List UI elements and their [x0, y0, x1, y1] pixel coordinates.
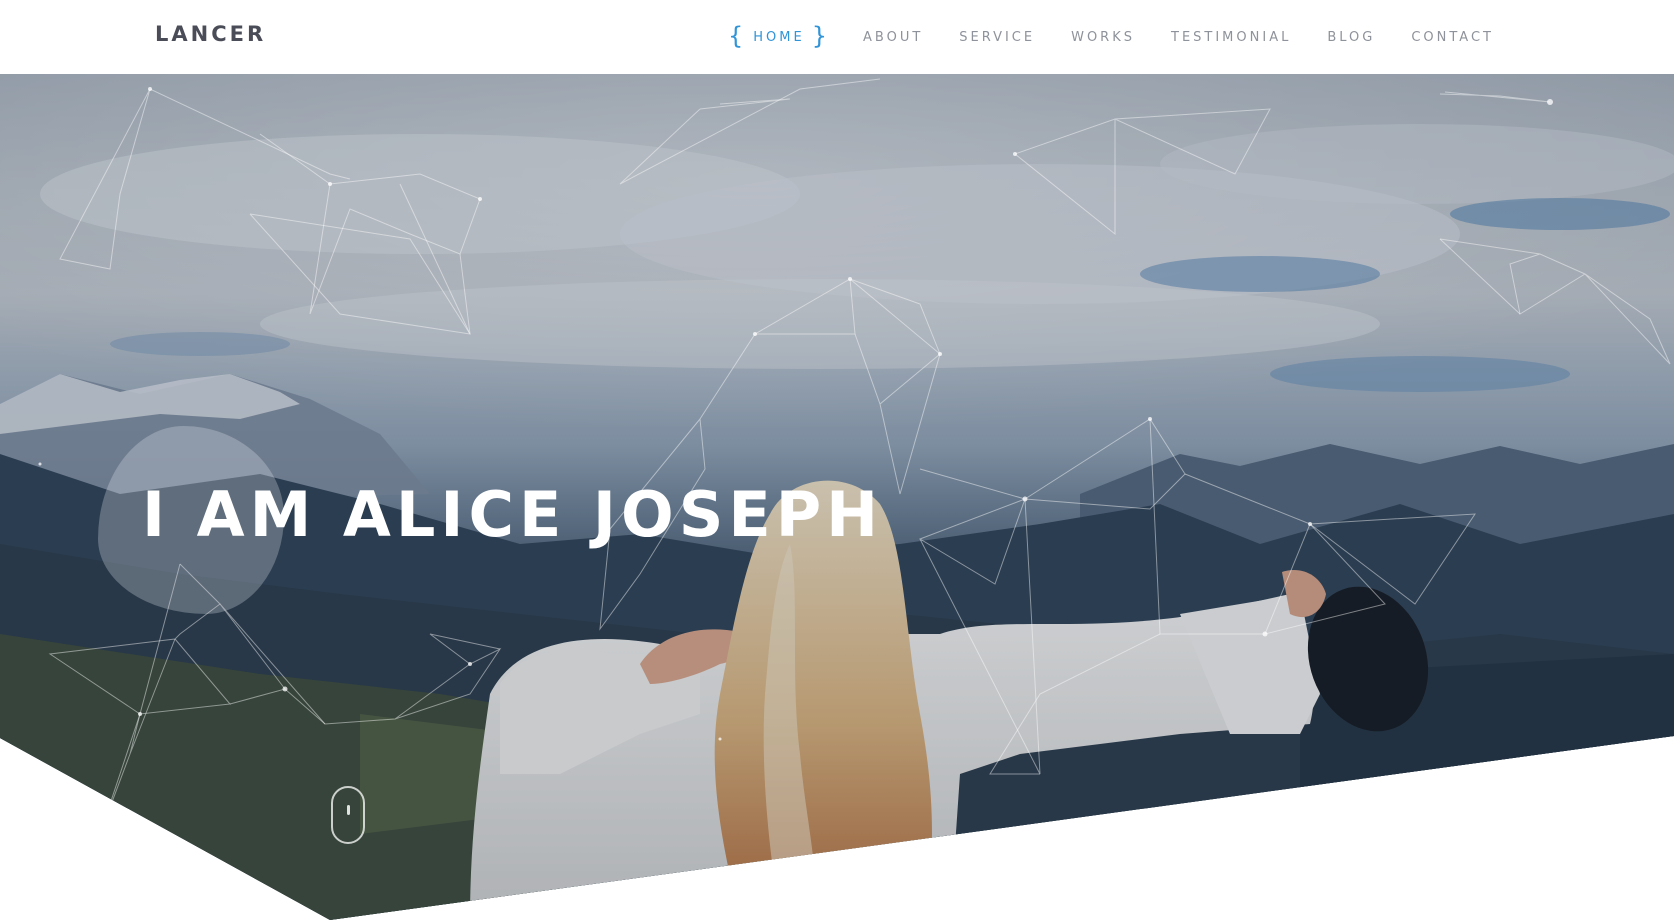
navbar: LANCER { HOME } ABOUT SERVICE WORKS TEST…: [0, 0, 1674, 74]
scroll-wheel-icon: [347, 805, 350, 815]
hero-title: I AM ALICE JOSEPH: [142, 478, 884, 551]
hero-section: I AM ALICE JOSEPH: [0, 74, 1674, 920]
brand-logo[interactable]: LANCER: [155, 22, 266, 46]
nav-item-label: HOME: [753, 29, 805, 45]
nav-item-contact[interactable]: CONTACT: [1411, 30, 1494, 45]
nav-item-blog[interactable]: BLOG: [1327, 30, 1375, 45]
brace-left-icon: {: [727, 21, 744, 50]
nav-item-works[interactable]: WORKS: [1071, 30, 1135, 45]
page: LANCER { HOME } ABOUT SERVICE WORKS TEST…: [0, 0, 1674, 920]
nav-item-service[interactable]: SERVICE: [959, 30, 1035, 45]
brace-right-icon: }: [811, 21, 827, 50]
nav-item-about[interactable]: ABOUT: [863, 30, 923, 45]
nav-item-home[interactable]: { HOME }: [727, 21, 827, 50]
nav-item-testimonial[interactable]: TESTIMONIAL: [1171, 30, 1291, 45]
main-nav: { HOME } ABOUT SERVICE WORKS TESTIMONIAL…: [728, 0, 1494, 74]
mouse-scroll-icon[interactable]: [331, 786, 365, 844]
